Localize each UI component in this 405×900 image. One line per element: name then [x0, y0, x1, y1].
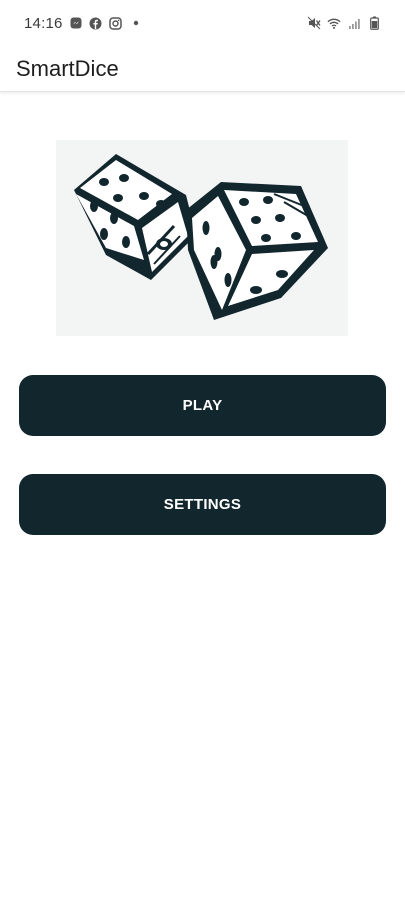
status-left: 14:16: [24, 15, 143, 32]
status-bar: 14:16: [0, 0, 405, 46]
dice-illustration: [56, 140, 348, 336]
signal-icon: [347, 16, 361, 30]
play-button[interactable]: PLAY: [19, 375, 386, 436]
instagram-icon: [109, 16, 123, 30]
facebook-icon: [89, 16, 103, 30]
wifi-icon: [327, 16, 341, 30]
app-bar: SmartDice: [0, 46, 405, 92]
settings-button[interactable]: SETTINGS: [19, 474, 386, 535]
status-right: [307, 16, 381, 30]
messenger-icon: [69, 16, 83, 30]
left-die: [74, 154, 196, 280]
app-title: SmartDice: [16, 55, 119, 81]
battery-icon: [367, 16, 381, 30]
status-time: 14:16: [24, 14, 63, 32]
mute-icon: [307, 16, 321, 30]
right-die: [186, 182, 328, 320]
notification-dot-icon: [129, 16, 143, 30]
